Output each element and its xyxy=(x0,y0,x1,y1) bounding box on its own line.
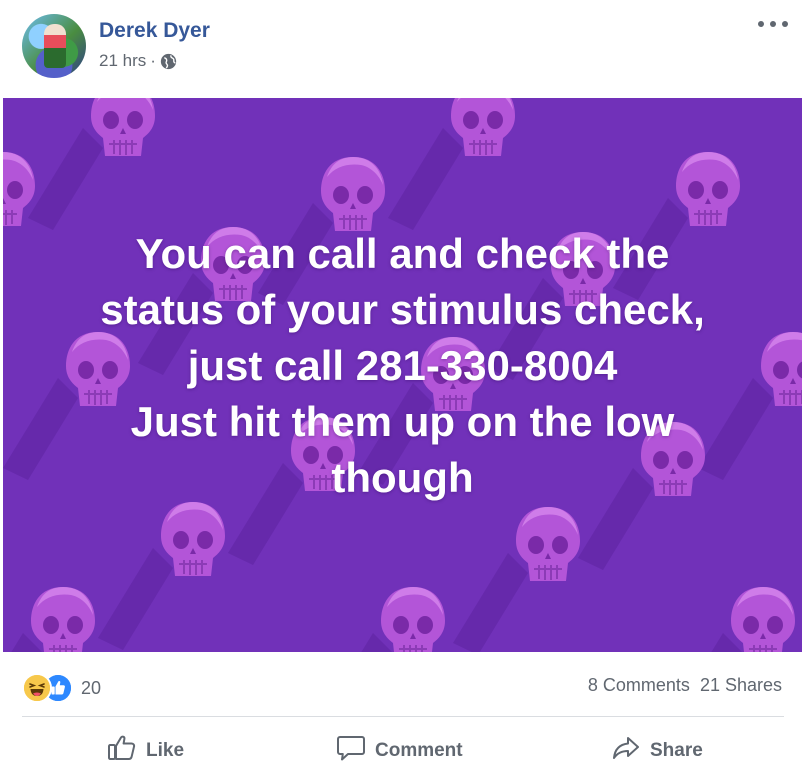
globe-icon xyxy=(160,53,177,70)
meta-separator: · xyxy=(150,51,156,70)
image-caption: You can call and check the status of you… xyxy=(3,226,802,506)
caption-line: Just hit them up on the low xyxy=(130,398,675,445)
thumbs-up-icon xyxy=(107,734,146,768)
avatar[interactable] xyxy=(22,14,86,78)
author-name[interactable]: Derek Dyer xyxy=(99,19,210,43)
post-header: Derek Dyer 21 hrs · xyxy=(0,0,802,98)
post-stats: 20 8 Comments 21 Shares xyxy=(0,662,802,712)
caption-line: status of your stimulus check, xyxy=(100,286,705,333)
like-button[interactable]: Like xyxy=(107,725,184,777)
share-button[interactable]: Share xyxy=(611,725,703,777)
divider xyxy=(22,716,784,717)
comments-count-link[interactable]: 8 Comments xyxy=(588,675,690,695)
post-actions: Like Comment Share xyxy=(0,725,802,777)
caption-line: though xyxy=(331,454,474,501)
shares-count-link[interactable]: 21 Shares xyxy=(700,675,782,695)
comment-label: Comment xyxy=(375,740,463,761)
engagement-counts: 8 Comments 21 Shares xyxy=(588,675,782,696)
reactions-summary[interactable]: 20 xyxy=(22,673,101,703)
post-image[interactable]: You can call and check the status of you… xyxy=(3,98,802,652)
post-meta: 21 hrs · xyxy=(99,51,177,71)
like-label: Like xyxy=(146,740,185,761)
share-arrow-icon xyxy=(611,734,650,768)
post-timestamp[interactable]: 21 hrs xyxy=(99,51,146,71)
caption-line: You can call and check the xyxy=(135,230,670,277)
share-label: Share xyxy=(650,740,703,761)
reaction-count: 20 xyxy=(81,677,102,698)
comment-button[interactable]: Comment xyxy=(336,725,463,777)
comment-bubble-icon xyxy=(336,734,375,768)
haha-reaction-icon xyxy=(22,673,52,703)
caption-line: just call 281-330-8004 xyxy=(187,342,618,389)
more-options-icon[interactable] xyxy=(758,12,788,36)
